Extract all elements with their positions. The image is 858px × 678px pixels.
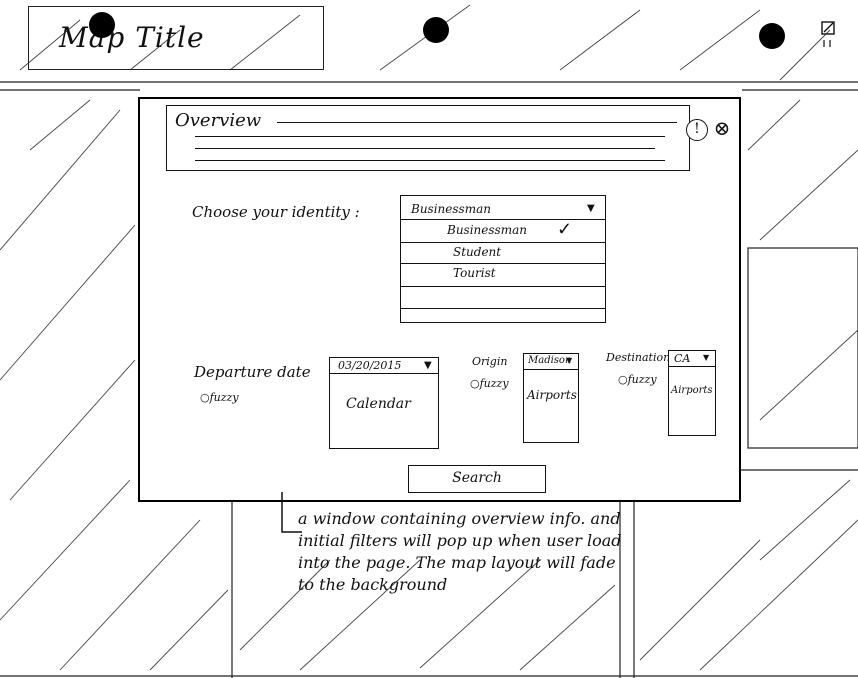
identity-option-student[interactable]: Student xyxy=(453,245,501,259)
departure-fuzzy-label: fuzzy xyxy=(209,391,239,404)
overview-title: Overview xyxy=(175,110,262,131)
departure-date-value: 03/20/2015 xyxy=(338,359,402,372)
identity-option-tourist[interactable]: Tourist xyxy=(453,266,496,280)
annotation-note: a window containing overview info. and i… xyxy=(298,509,622,594)
origin-fuzzy-label: fuzzy xyxy=(479,377,509,390)
overview-box: Overview xyxy=(166,105,690,171)
destination-selected-value: CA xyxy=(674,352,691,365)
origin-airports-label: Airports xyxy=(527,388,577,402)
map-title-box: Map Title xyxy=(28,6,324,70)
destination-airports-label: Airports xyxy=(671,385,713,396)
calendar-label: Calendar xyxy=(346,396,411,412)
expand-icon[interactable] xyxy=(818,20,842,54)
identity-dropdown[interactable]: Businessman ▼ Businessman ✓ Student Tour… xyxy=(400,195,606,323)
origin-fuzzy-radio[interactable]: ○fuzzy xyxy=(470,377,509,390)
overview-modal: Overview ! ⊗ Choose your identity : Busi… xyxy=(138,97,741,502)
search-button[interactable]: Search xyxy=(408,465,546,493)
origin-label: Origin xyxy=(472,355,508,368)
chevron-down-icon[interactable]: ▼ xyxy=(566,356,572,365)
chevron-down-icon[interactable]: ▼ xyxy=(587,203,595,214)
origin-selected-value: Madison xyxy=(528,355,572,366)
marker-dot-1[interactable] xyxy=(89,12,115,38)
marker-dot-3[interactable] xyxy=(759,23,785,49)
departure-date-picker[interactable]: 03/20/2015 ▼ Calendar xyxy=(329,357,439,449)
destination-airport-list[interactable]: CA ▼ Airports xyxy=(668,350,716,436)
destination-fuzzy-label: fuzzy xyxy=(627,373,657,386)
map-title: Map Title xyxy=(59,21,205,54)
chevron-down-icon[interactable]: ▼ xyxy=(424,360,432,371)
destination-fuzzy-radio[interactable]: ○fuzzy xyxy=(618,373,657,386)
chevron-down-icon[interactable]: ▼ xyxy=(703,353,709,362)
close-icon[interactable]: ⊗ xyxy=(712,118,732,139)
origin-airport-list[interactable]: Madison ▼ Airports xyxy=(523,353,579,443)
departure-fuzzy-radio[interactable]: ○fuzzy xyxy=(200,391,239,404)
destination-label: Destination xyxy=(606,351,671,364)
help-icon[interactable]: ! xyxy=(686,119,708,141)
marker-dot-2[interactable] xyxy=(423,17,449,43)
departure-date-label: Departure date xyxy=(194,363,311,381)
identity-option-businessman[interactable]: Businessman xyxy=(447,223,527,237)
identity-selected-value: Businessman xyxy=(411,202,491,216)
check-icon: ✓ xyxy=(557,219,573,240)
identity-label: Choose your identity : xyxy=(192,203,360,221)
